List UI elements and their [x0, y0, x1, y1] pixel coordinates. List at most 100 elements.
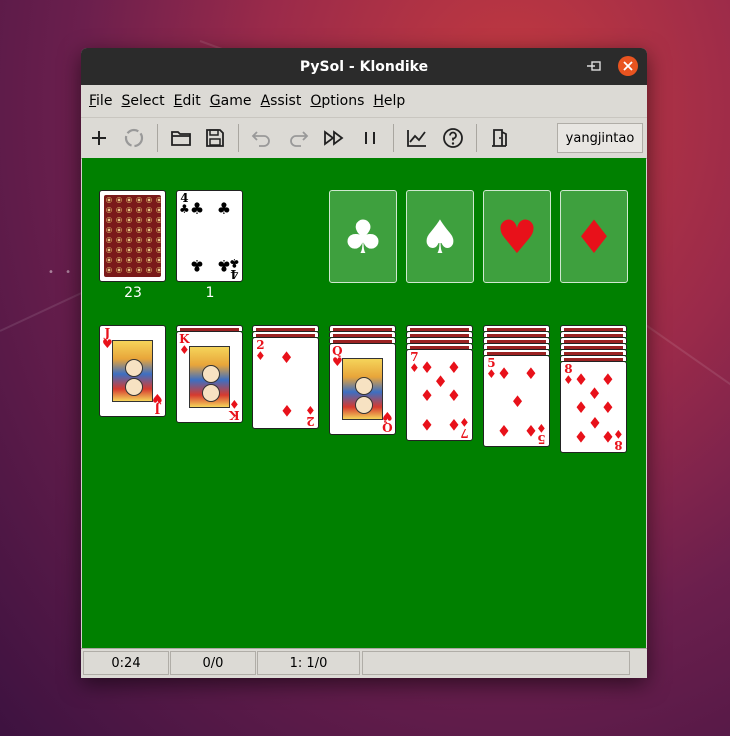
- foundation-pile[interactable]: ♥: [483, 190, 551, 283]
- card-pip-icon: ♦: [446, 358, 462, 378]
- player-name[interactable]: yangjintao: [557, 123, 643, 153]
- card-corner-index: 2 ♦: [305, 402, 316, 428]
- card-pip-icon: ♦: [600, 398, 616, 417]
- autodrop-button[interactable]: [322, 126, 346, 150]
- card-pip-icon: ♦: [496, 420, 512, 440]
- window-title: PySol - Klondike: [299, 58, 429, 75]
- quit-button[interactable]: [487, 126, 511, 150]
- save-button[interactable]: [203, 126, 227, 150]
- wallpaper-line: [639, 320, 730, 391]
- maximize-icon: [591, 61, 601, 71]
- card-corner-index: K ♦: [229, 396, 240, 422]
- playing-card[interactable]: K ♦ K ♦: [176, 331, 243, 423]
- card-suit-icon: ♦: [305, 402, 316, 417]
- playing-card[interactable]: Q ♥ Q ♥: [329, 343, 396, 435]
- card-pip-icon: ♦: [573, 426, 589, 446]
- card-pip-icon: ♦: [573, 398, 589, 417]
- redo-icon: [290, 131, 309, 147]
- fast-forward-icon: [324, 130, 344, 146]
- court-face-icon: [354, 377, 373, 395]
- court-card-artwork: [342, 358, 383, 420]
- foundation-pile[interactable]: ♣: [329, 190, 397, 283]
- card-pip-icon: ♣: [216, 199, 232, 219]
- menu-game[interactable]: Game: [210, 91, 252, 111]
- pause-icon: [365, 132, 375, 144]
- card-suit-icon: ♦: [229, 396, 240, 411]
- menu-assist[interactable]: Assist: [260, 91, 301, 111]
- pause-button[interactable]: [358, 126, 382, 150]
- card-corner-index: J ♥: [152, 390, 163, 416]
- menu-help[interactable]: Help: [373, 91, 405, 111]
- card-pip-icon: ♦: [279, 348, 294, 368]
- card-pip-icon: ♦: [523, 364, 539, 384]
- court-face-icon: [124, 378, 143, 397]
- menu-options[interactable]: Options: [310, 91, 364, 111]
- card-suit-icon: ♦: [486, 367, 497, 382]
- undo-icon: [251, 131, 270, 147]
- menu-select[interactable]: Select: [121, 91, 164, 111]
- menu-bar: File Select Edit Game Assist Options Help: [81, 85, 647, 117]
- card-pip-icon: ♦: [446, 386, 462, 405]
- restart-icon: [124, 128, 144, 148]
- card-pip-icon: ♦: [446, 414, 462, 434]
- court-face-icon: [354, 396, 373, 415]
- court-card-artwork: [112, 340, 153, 402]
- restart-button[interactable]: [122, 126, 146, 150]
- playing-card[interactable]: 8 ♦ 8 ♦ ♦ ♦ ♦ ♦ ♦ ♦ ♦ ♦: [560, 361, 627, 453]
- close-button[interactable]: [618, 56, 638, 76]
- foundation-pile[interactable]: ♦: [560, 190, 628, 283]
- undo-button[interactable]: [250, 126, 274, 150]
- playing-card[interactable]: 7 ♦ 7 ♦ ♦ ♦ ♦ ♦ ♦ ♦ ♦: [406, 349, 473, 441]
- maximize-button[interactable]: [586, 56, 606, 76]
- playing-card[interactable]: 4 ♣ 4 ♣ ♣ ♣ ♣ ♣: [176, 190, 243, 282]
- menu-edit[interactable]: Edit: [174, 91, 201, 111]
- card-back[interactable]: [99, 190, 166, 282]
- save-icon: [206, 129, 224, 147]
- card-pip-icon: ♣: [189, 199, 205, 219]
- menu-file[interactable]: File: [89, 91, 112, 111]
- playing-card[interactable]: J ♥ J ♥: [99, 325, 166, 417]
- card-pip-icon: ♦: [496, 364, 512, 384]
- foundation-pile[interactable]: ♠: [406, 190, 474, 283]
- card-pip-icon: ♦: [600, 370, 616, 390]
- card-pip-icon: ♦: [419, 386, 435, 405]
- card-corner-index: 7 ♦: [409, 351, 420, 375]
- plus-icon: [92, 131, 106, 145]
- foundation-suit-icon: ♦: [573, 209, 615, 264]
- toolbar-separator: [157, 124, 158, 152]
- status-message: [362, 651, 630, 675]
- card-suit-icon: ♦: [255, 349, 266, 364]
- close-icon: [623, 61, 633, 71]
- open-button[interactable]: [169, 126, 193, 150]
- playing-card[interactable]: 5 ♦ 5 ♦ ♦ ♦ ♦ ♦ ♦: [483, 355, 550, 447]
- card-corner-index: 8 ♦: [563, 363, 574, 388]
- playing-card[interactable]: 2 ♦ 2 ♦ ♦ ♦: [252, 337, 319, 429]
- card-corner-index: 4 ♣: [179, 192, 190, 216]
- toolbar-separator: [393, 124, 394, 152]
- card-corner-index: 5 ♦: [486, 357, 497, 382]
- new-game-button[interactable]: [87, 126, 111, 150]
- title-bar: PySol - Klondike: [81, 48, 647, 85]
- status-time: 0:24: [83, 651, 169, 675]
- court-card-artwork: [189, 346, 230, 408]
- folder-icon: [171, 131, 191, 146]
- rules-button[interactable]: [441, 126, 465, 150]
- card-pip-icon: ♦: [573, 370, 589, 390]
- card-back-pattern: [104, 195, 161, 277]
- redo-button[interactable]: [286, 126, 310, 150]
- card-pip-icon: ♦: [279, 400, 294, 420]
- statistics-button[interactable]: [405, 126, 429, 150]
- card-corner-index: Q ♥: [382, 409, 393, 434]
- card-suit-icon: ♥: [152, 390, 163, 405]
- court-face-icon: [201, 365, 220, 383]
- card-pip-icon: ♣: [189, 255, 205, 275]
- help-icon: [443, 128, 463, 148]
- foundation-suit-icon: ♣: [342, 209, 384, 264]
- pysol-window: PySol - Klondike File Select Edit Game Assis…: [81, 48, 647, 678]
- toolbar-separator: [476, 124, 477, 152]
- card-suit-icon: ♦: [563, 373, 574, 388]
- toolbar: yangjintao: [81, 117, 647, 159]
- court-face-icon: [124, 359, 143, 377]
- card-corner-index: 2 ♦: [255, 339, 266, 364]
- card-pip-icon: ♦: [523, 420, 539, 440]
